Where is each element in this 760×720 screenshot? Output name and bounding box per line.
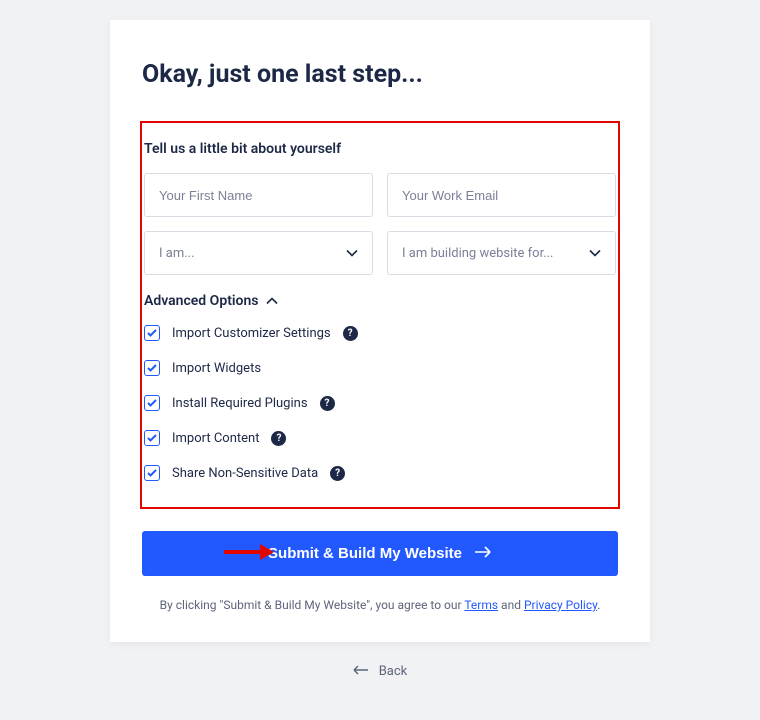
option-label: Import Customizer Settings [172,326,331,341]
back-button[interactable]: Back [0,664,760,679]
work-email-field[interactable] [387,173,616,217]
option-import-customizer: Import Customizer Settings ? [144,325,616,341]
arrow-left-icon [353,664,369,679]
role-select[interactable]: I am... [144,231,373,275]
submit-button-label: Submit & Build My Website [268,545,462,562]
chevron-up-icon [266,297,278,305]
arrow-right-icon [474,545,492,562]
help-icon[interactable]: ? [330,466,345,481]
chevron-down-icon [346,246,358,261]
option-import-content: Import Content ? [144,430,616,446]
role-select-placeholder: I am... [159,246,195,261]
advanced-options-toggle[interactable]: Advanced Options [144,293,616,309]
terms-link[interactable]: Terms [464,598,498,612]
advanced-options-label: Advanced Options [144,293,258,309]
help-icon[interactable]: ? [320,396,335,411]
building-for-select[interactable]: I am building website for... [387,231,616,275]
option-label: Share Non-Sensitive Data [172,466,318,481]
checkbox[interactable] [144,395,160,411]
help-icon[interactable]: ? [343,326,358,341]
onboarding-card: Okay, just one last step... Tell us a li… [110,20,650,642]
advanced-options-list: Import Customizer Settings ? Import Widg… [144,325,616,481]
work-email-input[interactable] [402,188,601,203]
callout-arrow-icon [222,542,274,566]
first-name-field[interactable] [144,173,373,217]
checkbox[interactable] [144,360,160,376]
help-icon[interactable]: ? [271,431,286,446]
option-label: Import Content [172,431,259,446]
page-title: Okay, just one last step... [142,60,618,89]
highlighted-section: Tell us a little bit about yourself I am… [140,121,620,509]
checkbox[interactable] [144,325,160,341]
checkbox[interactable] [144,430,160,446]
submit-button[interactable]: Submit & Build My Website [142,531,618,576]
agreement-text: By clicking "Submit & Build My Website",… [142,598,618,612]
privacy-link[interactable]: Privacy Policy [524,598,597,612]
back-label: Back [379,664,408,679]
checkbox[interactable] [144,465,160,481]
chevron-down-icon [589,246,601,261]
building-for-placeholder: I am building website for... [402,246,554,261]
option-label: Install Required Plugins [172,396,308,411]
option-share-data: Share Non-Sensitive Data ? [144,465,616,481]
option-label: Import Widgets [172,361,261,376]
first-name-input[interactable] [159,188,358,203]
option-import-widgets: Import Widgets [144,360,616,376]
section-subtitle: Tell us a little bit about yourself [144,141,616,157]
option-install-plugins: Install Required Plugins ? [144,395,616,411]
